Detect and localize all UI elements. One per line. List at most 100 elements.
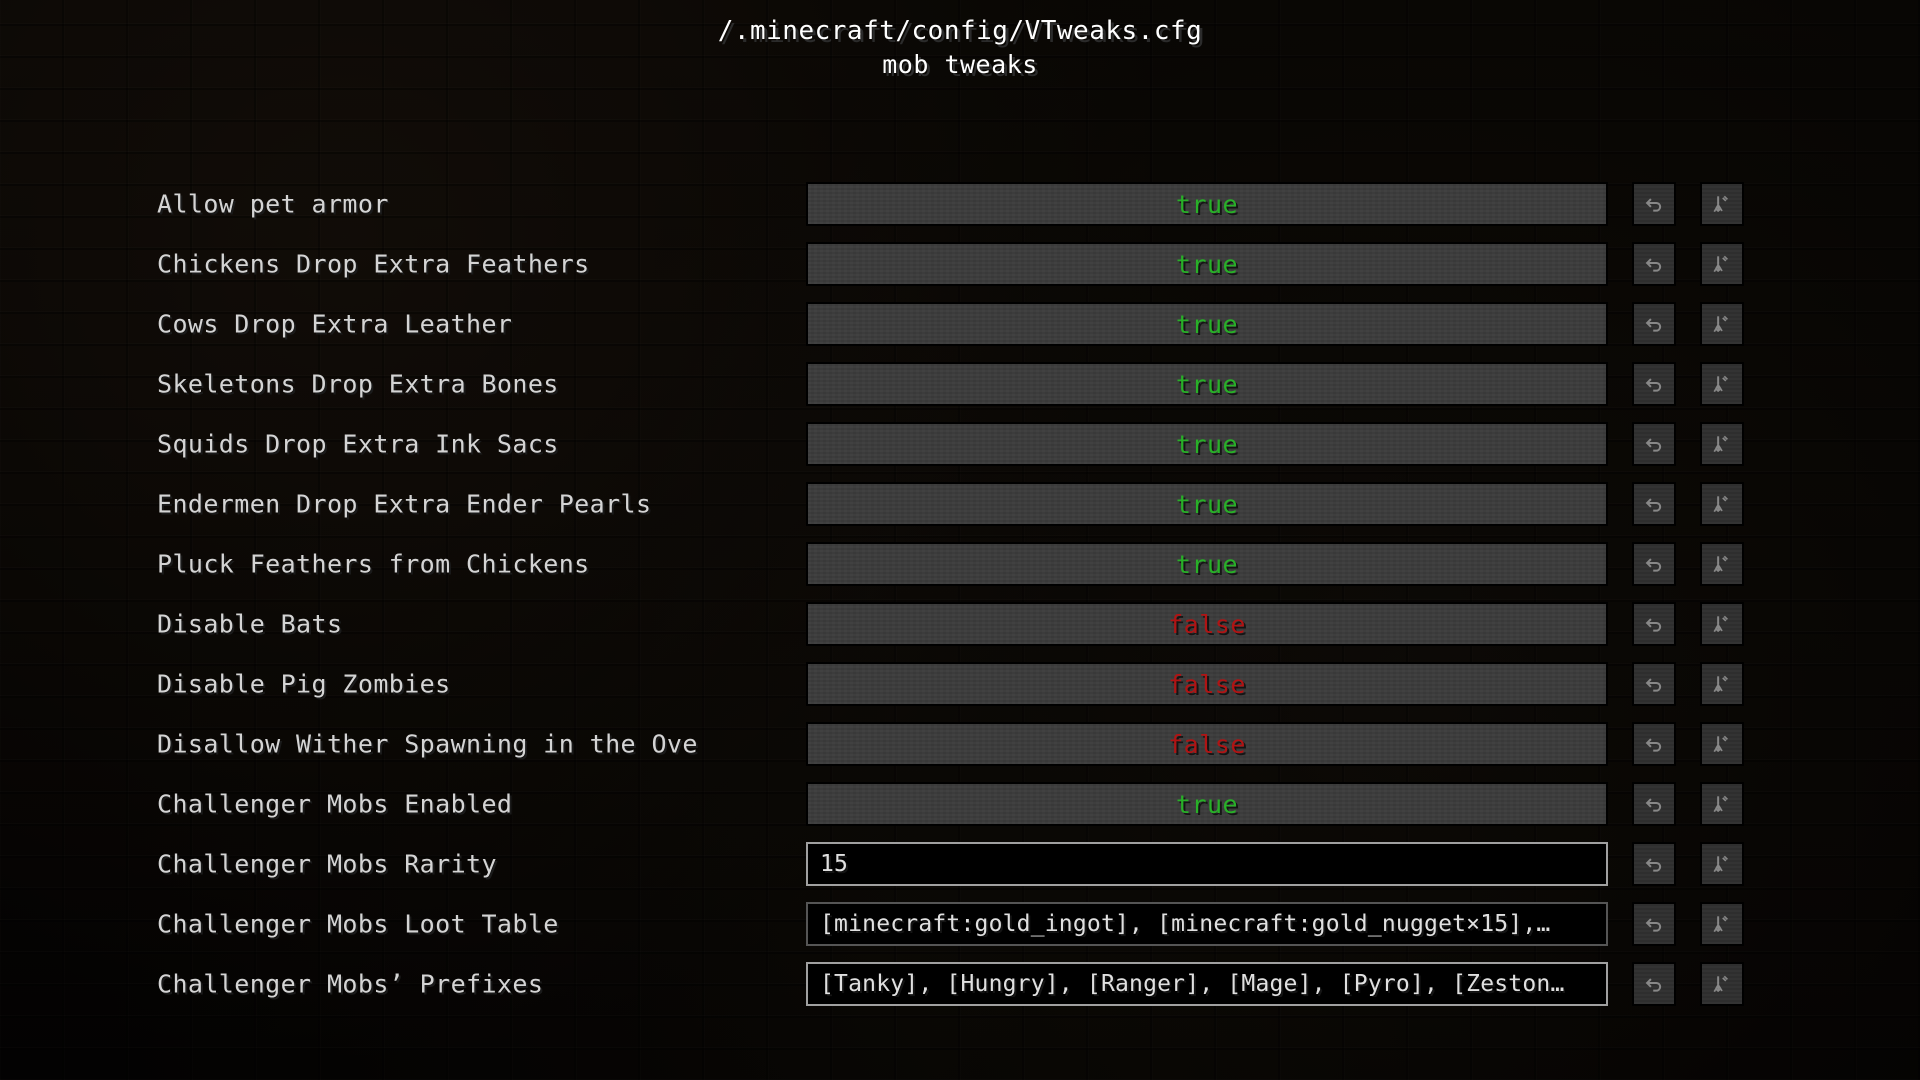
option-value: false <box>1168 729 1246 759</box>
option-value-toggle[interactable]: true <box>806 242 1608 286</box>
row-reset-button[interactable] <box>1700 662 1744 706</box>
option-label: Disable Bats <box>157 609 343 639</box>
option-label: Pluck Feathers from Chickens <box>157 549 590 579</box>
row-undo-button[interactable] <box>1632 362 1676 406</box>
reset-broom-icon <box>1712 614 1732 634</box>
undo-arrow-icon <box>1644 856 1664 873</box>
option-value-input[interactable]: 15 <box>806 842 1608 886</box>
reset-broom-icon <box>1712 854 1732 874</box>
option-label: Skeletons Drop Extra Bones <box>157 369 559 399</box>
option-label: Chickens Drop Extra Feathers <box>157 249 590 279</box>
option-value: true <box>1175 549 1239 579</box>
option-value-toggle[interactable]: true <box>806 362 1608 406</box>
row-undo-button[interactable] <box>1632 842 1676 886</box>
option-value: true <box>1175 189 1239 219</box>
option-value: true <box>1175 369 1239 399</box>
row-reset-button[interactable] <box>1700 422 1744 466</box>
row-undo-button[interactable] <box>1632 542 1676 586</box>
option-value: 15 <box>820 851 849 877</box>
option-value-toggle[interactable]: true <box>806 302 1608 346</box>
undo-arrow-icon <box>1644 676 1664 693</box>
reset-broom-icon <box>1712 734 1732 754</box>
row-reset-button[interactable] <box>1700 362 1744 406</box>
row-undo-button[interactable] <box>1632 722 1676 766</box>
option-label: Disallow Wither Spawning in the Ove <box>157 729 698 759</box>
option-row: Allow pet armor true <box>0 174 1920 234</box>
minecraft-config-screen: /.minecraft/config/VTweaks.cfg mob tweak… <box>0 0 1920 1080</box>
reset-broom-icon <box>1712 434 1732 454</box>
option-value-toggle[interactable]: true <box>806 542 1608 586</box>
option-value: true <box>1175 489 1239 519</box>
config-category: mob tweaks <box>882 50 1038 79</box>
option-label: Disable Pig Zombies <box>157 669 451 699</box>
option-value-toggle[interactable]: false <box>806 602 1608 646</box>
undo-arrow-icon <box>1644 496 1664 513</box>
option-row: Pluck Feathers from Chickens true <box>0 534 1920 594</box>
option-value: true <box>1175 789 1239 819</box>
row-undo-button[interactable] <box>1632 482 1676 526</box>
row-reset-button[interactable] <box>1700 302 1744 346</box>
option-row: Disable Pig Zombies false <box>0 654 1920 714</box>
option-label: Cows Drop Extra Leather <box>157 309 513 339</box>
row-undo-button[interactable] <box>1632 602 1676 646</box>
row-reset-button[interactable] <box>1700 242 1744 286</box>
option-value-toggle[interactable]: true <box>806 782 1608 826</box>
row-reset-button[interactable] <box>1700 842 1744 886</box>
row-reset-button[interactable] <box>1700 482 1744 526</box>
option-value-toggle[interactable]: false <box>806 662 1608 706</box>
reset-broom-icon <box>1712 674 1732 694</box>
option-label: Challenger Mobs Loot Table <box>157 909 559 939</box>
reset-broom-icon <box>1712 314 1732 334</box>
option-row: Challenger Mobs Loot Table [minecraft:gol… <box>0 894 1920 954</box>
option-row: Squids Drop Extra Ink Sacs true <box>0 414 1920 474</box>
row-reset-button[interactable] <box>1700 542 1744 586</box>
row-undo-button[interactable] <box>1632 242 1676 286</box>
row-reset-button[interactable] <box>1700 902 1744 946</box>
option-value: false <box>1168 669 1246 699</box>
row-undo-button[interactable] <box>1632 182 1676 226</box>
undo-arrow-icon <box>1644 376 1664 393</box>
row-undo-button[interactable] <box>1632 422 1676 466</box>
undo-arrow-icon <box>1644 616 1664 633</box>
undo-arrow-icon <box>1644 316 1664 333</box>
row-reset-button[interactable] <box>1700 782 1744 826</box>
option-label: Challenger Mobs Rarity <box>157 849 497 879</box>
option-value-toggle[interactable]: true <box>806 482 1608 526</box>
page-title: /.minecraft/config/VTweaks.cfg mob tweak… <box>0 14 1920 82</box>
row-undo-button[interactable] <box>1632 662 1676 706</box>
reset-broom-icon <box>1712 974 1732 994</box>
option-value: false <box>1168 609 1246 639</box>
row-undo-button[interactable] <box>1632 902 1676 946</box>
row-reset-button[interactable] <box>1700 722 1744 766</box>
option-row: Endermen Drop Extra Ender Pearls true <box>0 474 1920 534</box>
option-value: [Tanky], [Hungry], [Ranger], [Mage], [Py… <box>820 971 1565 997</box>
row-reset-button[interactable] <box>1700 962 1744 1006</box>
option-row: Challenger Mobs’ Prefixes [Tanky], [Hungr… <box>0 954 1920 1014</box>
undo-arrow-icon <box>1644 916 1664 933</box>
option-value-toggle[interactable]: true <box>806 422 1608 466</box>
option-row: Disable Bats false <box>0 594 1920 654</box>
option-list: Allow pet armor true Chickens Drop Extra F… <box>0 174 1920 1014</box>
option-value: true <box>1175 309 1239 339</box>
row-reset-button[interactable] <box>1700 182 1744 226</box>
option-value-toggle[interactable]: false <box>806 722 1608 766</box>
option-value-input[interactable]: [Tanky], [Hungry], [Ranger], [Mage], [Py… <box>806 962 1608 1006</box>
option-label: Challenger Mobs Enabled <box>157 789 513 819</box>
option-value-input[interactable]: [minecraft:gold_ingot], [minecraft:gold_… <box>806 902 1608 946</box>
option-value: [minecraft:gold_ingot], [minecraft:gold_… <box>820 911 1551 937</box>
row-reset-button[interactable] <box>1700 602 1744 646</box>
reset-broom-icon <box>1712 554 1732 574</box>
reset-broom-icon <box>1712 254 1732 274</box>
row-undo-button[interactable] <box>1632 782 1676 826</box>
option-value-toggle[interactable]: true <box>806 182 1608 226</box>
option-row: Cows Drop Extra Leather true <box>0 294 1920 354</box>
undo-arrow-icon <box>1644 256 1664 273</box>
row-undo-button[interactable] <box>1632 302 1676 346</box>
option-value: true <box>1175 429 1239 459</box>
option-row: Disallow Wither Spawning in the Ove false <box>0 714 1920 774</box>
undo-arrow-icon <box>1644 556 1664 573</box>
undo-arrow-icon <box>1644 976 1664 993</box>
reset-broom-icon <box>1712 374 1732 394</box>
row-undo-button[interactable] <box>1632 962 1676 1006</box>
undo-arrow-icon <box>1644 436 1664 453</box>
